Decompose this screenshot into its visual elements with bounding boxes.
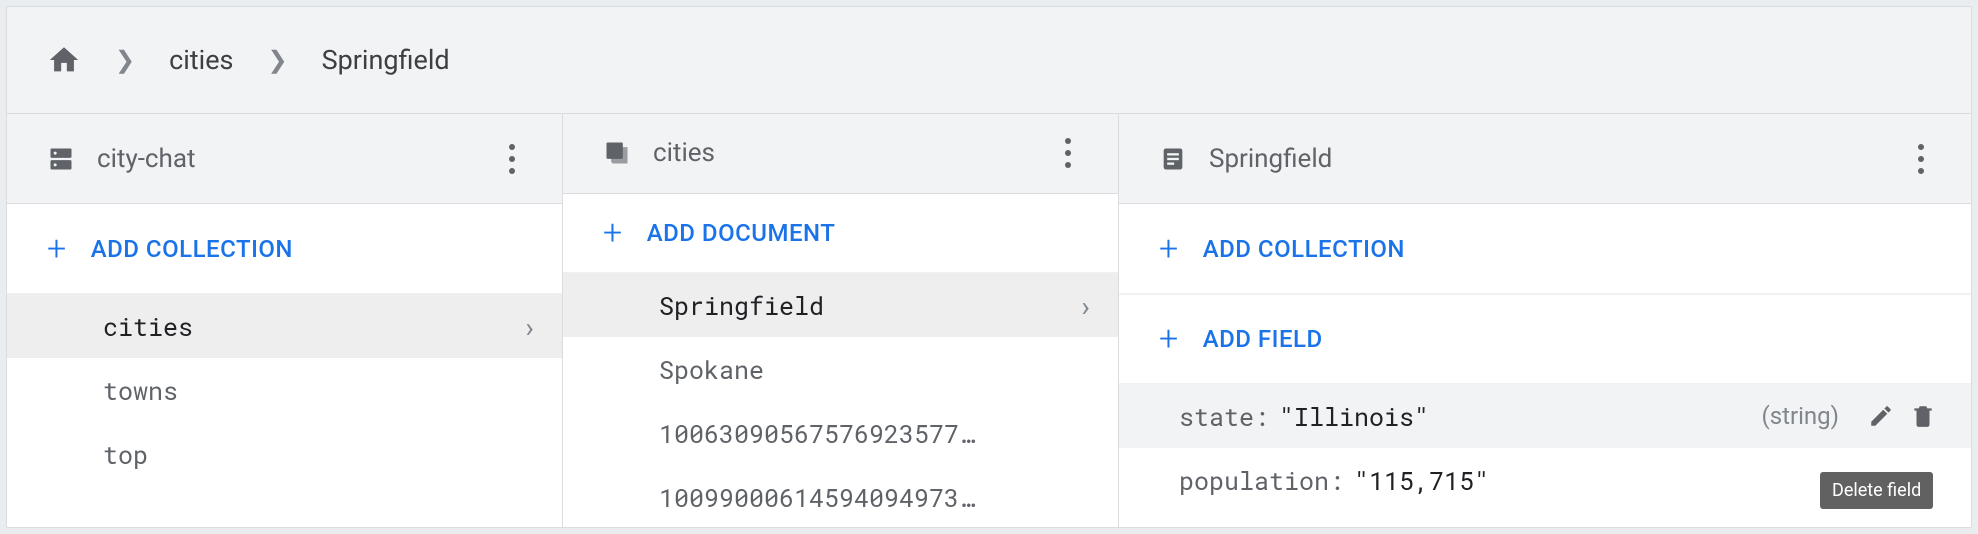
project-column: city-chat + ADD COLLECTION cities › town… (7, 114, 563, 528)
project-title: city-chat (97, 144, 492, 174)
collection-menu-button[interactable] (1048, 133, 1088, 173)
breadcrumb-item[interactable]: Springfield (322, 44, 450, 76)
collection-item[interactable]: towns (7, 358, 562, 422)
breadcrumb: ❯ cities ❯ Springfield (7, 7, 1971, 113)
document-item-label: Springfield (659, 289, 1077, 322)
document-item[interactable]: Spokane (563, 337, 1118, 401)
document-item-label: 10063090567576923577… (659, 417, 1094, 450)
document-item-label: 10099000614594094973… (659, 481, 1094, 514)
plus-icon: + (603, 216, 623, 250)
chevron-right-icon: ❯ (267, 46, 287, 74)
document-header: Springfield (1119, 114, 1971, 204)
edit-icon[interactable] (1863, 398, 1899, 434)
add-field-button[interactable]: + ADD FIELD (1119, 294, 1971, 384)
collection-icon (603, 139, 631, 167)
field-type: (string) (1761, 402, 1839, 430)
plus-icon: + (47, 232, 67, 266)
document-menu-button[interactable] (1901, 139, 1941, 179)
field-row[interactable]: state: "Illinois" (string) (1119, 384, 1971, 448)
project-menu-button[interactable] (492, 139, 532, 179)
collection-item-label: top (103, 438, 538, 471)
document-item[interactable]: 10099000614594094973… (563, 465, 1118, 528)
chevron-right-icon: › (521, 308, 538, 345)
breadcrumb-item[interactable]: cities (169, 44, 233, 76)
add-document-button[interactable]: + ADD DOCUMENT (563, 194, 1118, 274)
field-value: "Illinois" (1279, 400, 1429, 433)
add-field-label: ADD FIELD (1203, 325, 1323, 353)
add-subcollection-label: ADD COLLECTION (1203, 235, 1405, 263)
collection-item[interactable]: top (7, 422, 562, 486)
plus-icon: + (1159, 232, 1179, 266)
project-header: city-chat (7, 114, 562, 204)
home-icon[interactable] (47, 43, 81, 77)
delete-icon[interactable] (1905, 398, 1941, 434)
collection-item-label: cities (103, 310, 521, 343)
plus-icon: + (1159, 322, 1179, 356)
document-title: Springfield (1209, 144, 1901, 174)
document-list: Springfield › Spokane 100630905675769235… (563, 273, 1118, 528)
field-key: population (1179, 464, 1329, 497)
document-item-label: Spokane (659, 353, 1094, 386)
field-key: state (1179, 400, 1254, 433)
add-subcollection-button[interactable]: + ADD COLLECTION (1119, 204, 1971, 294)
chevron-right-icon: › (1077, 287, 1094, 324)
document-item[interactable]: Springfield › (563, 273, 1118, 337)
chevron-right-icon: ❯ (115, 46, 135, 74)
add-document-label: ADD DOCUMENT (647, 219, 836, 247)
collection-item-label: towns (103, 374, 538, 407)
database-icon (47, 145, 75, 173)
document-icon (1159, 145, 1187, 173)
collection-list: cities › towns top (7, 294, 562, 486)
add-collection-button[interactable]: + ADD COLLECTION (7, 204, 562, 294)
document-column: Springfield + ADD COLLECTION + ADD FIELD… (1119, 114, 1971, 528)
collection-item[interactable]: cities › (7, 294, 562, 358)
collection-header: cities (563, 114, 1118, 194)
document-item[interactable]: 10063090567576923577… (563, 401, 1118, 465)
collection-title: cities (653, 138, 1048, 168)
add-collection-label: ADD COLLECTION (91, 235, 293, 263)
tooltip-delete-field: Delete field (1820, 472, 1933, 509)
field-value: "115,715" (1354, 464, 1489, 497)
collection-column: cities + ADD DOCUMENT Springfield › Spok… (563, 114, 1119, 528)
